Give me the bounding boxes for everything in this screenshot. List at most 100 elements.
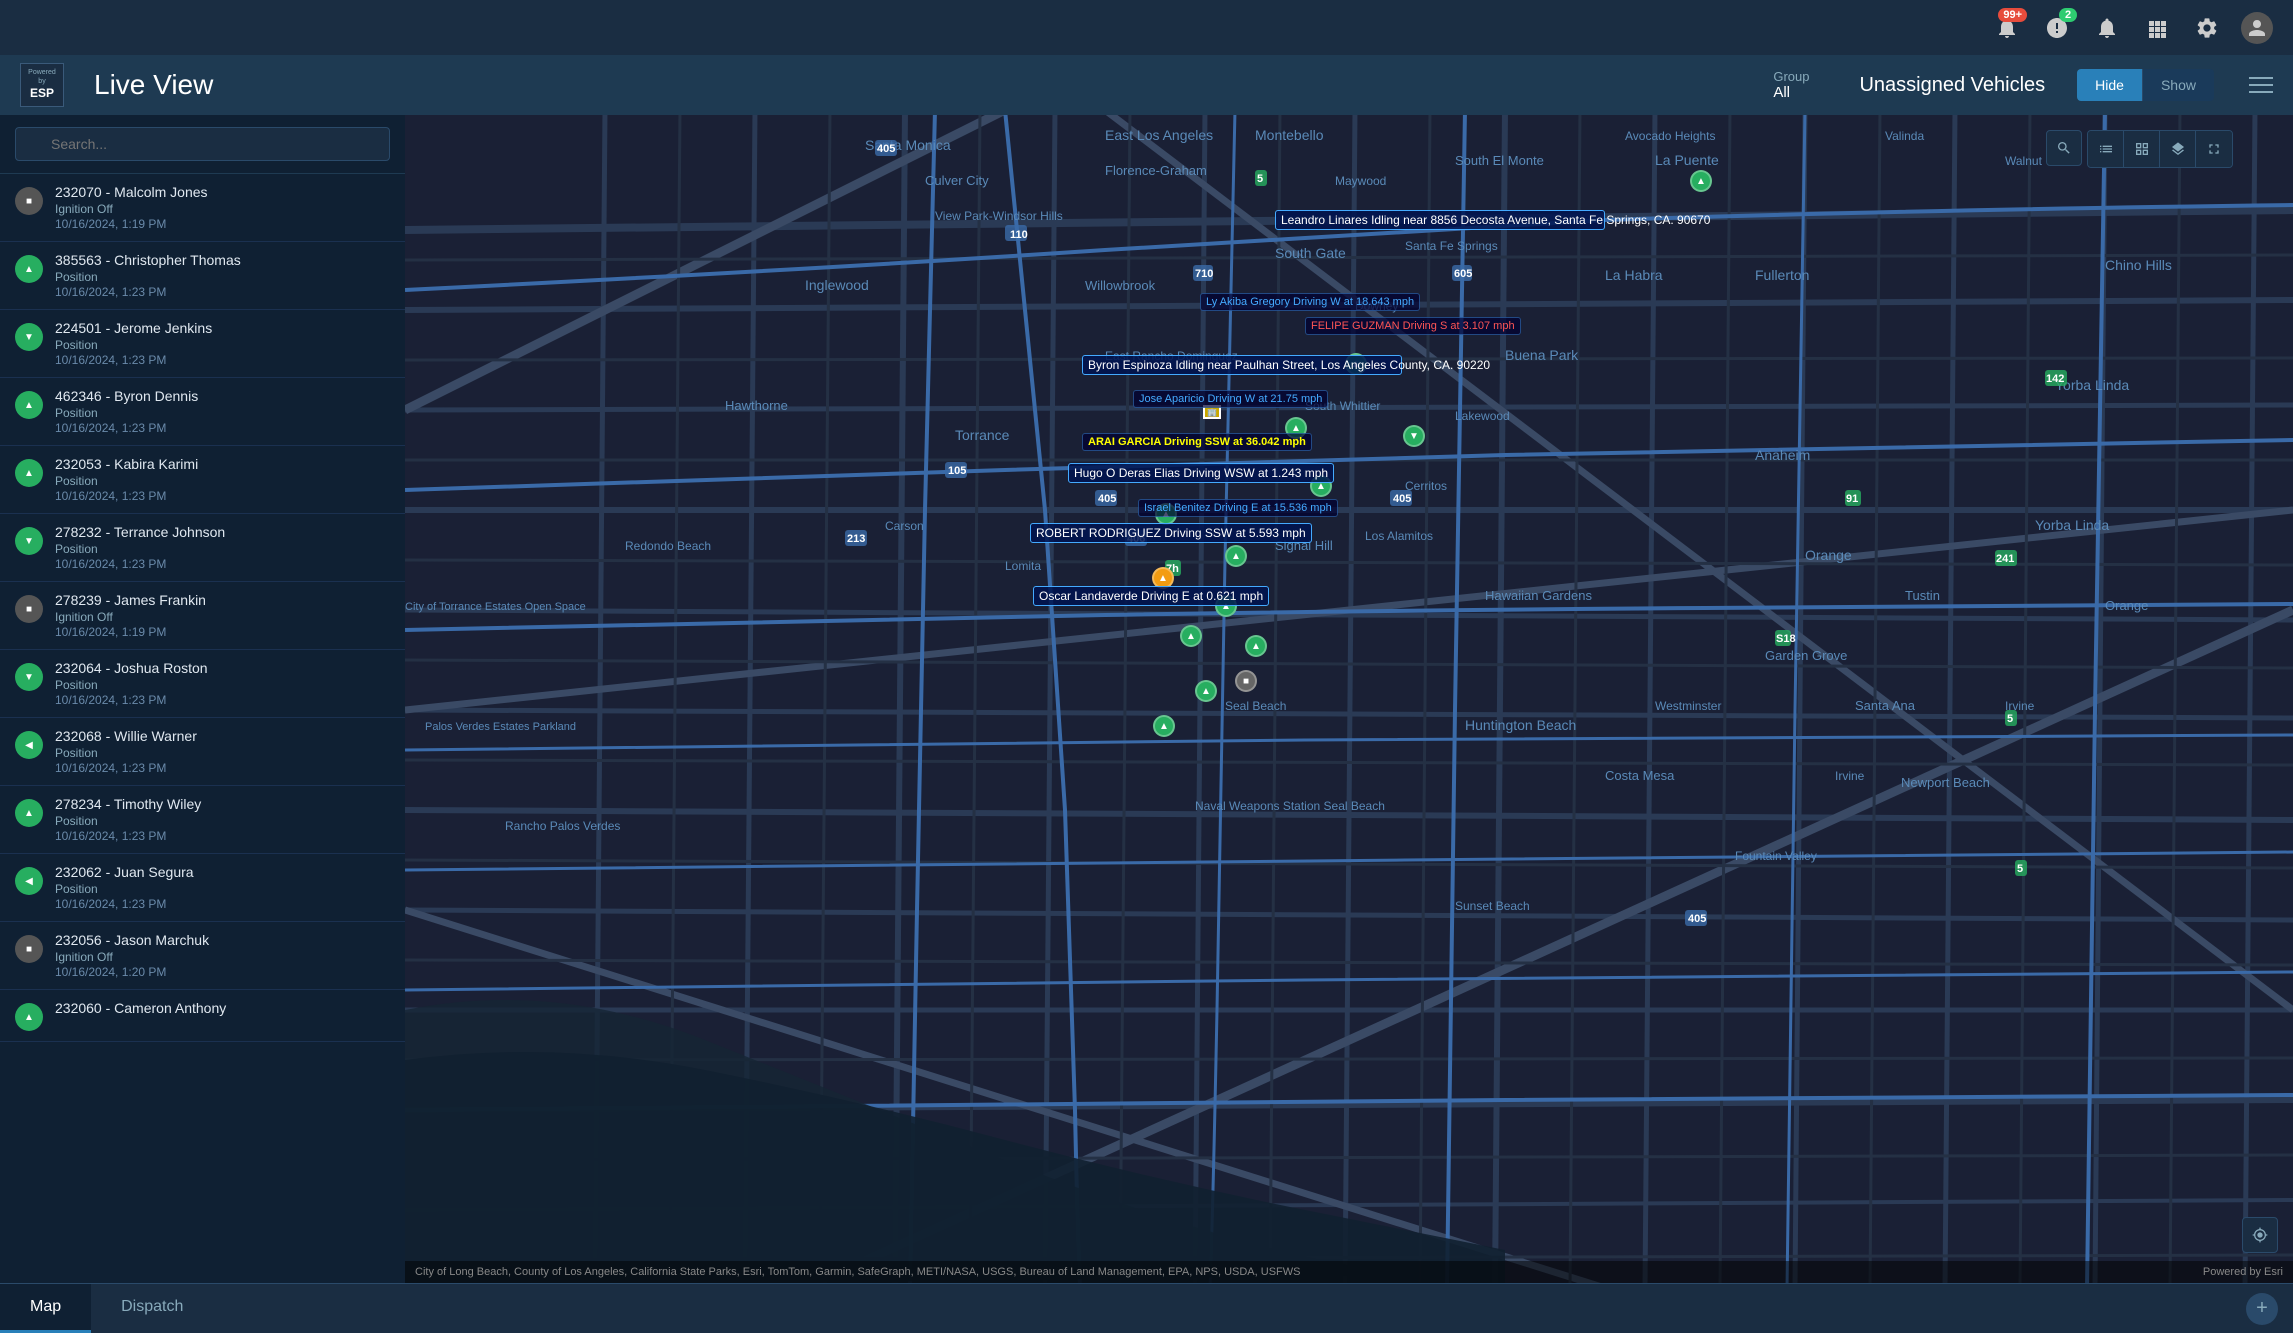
vehicle-list-item[interactable]: ◀ 232068 - Willie Warner Position 10/16/… xyxy=(0,718,405,786)
vehicle-list-item[interactable]: ▼ 278232 - Terrance Johnson Position 10/… xyxy=(0,514,405,582)
svg-text:Lakewood: Lakewood xyxy=(1455,409,1510,423)
svg-text:Maywood: Maywood xyxy=(1335,174,1386,188)
svg-text:Costa Mesa: Costa Mesa xyxy=(1605,768,1675,783)
svg-text:Chino Hills: Chino Hills xyxy=(2105,257,2172,273)
svg-text:South Whittier: South Whittier xyxy=(1305,399,1380,413)
svg-text:142: 142 xyxy=(2046,373,2064,385)
map-toolbar-top xyxy=(2046,130,2233,168)
svg-text:Carson: Carson xyxy=(885,519,924,533)
grid-icon[interactable] xyxy=(2141,12,2173,44)
svg-text:Downey: Downey xyxy=(1355,299,1398,313)
vehicle-info: 278239 - James Frankin Ignition Off 10/1… xyxy=(55,592,390,639)
svg-text:213: 213 xyxy=(847,533,865,545)
vehicle-marker-12[interactable]: ■ xyxy=(1235,670,1257,692)
vehicle-list-item[interactable]: ▲ 385563 - Christopher Thomas Position 1… xyxy=(0,242,405,310)
vehicle-info: 232060 - Cameron Anthony xyxy=(55,1000,390,1016)
group-value: All xyxy=(1773,84,1809,101)
vehicle-list-item[interactable]: ◀ 232062 - Juan Segura Position 10/16/20… xyxy=(0,854,405,922)
tab-map[interactable]: Map xyxy=(0,1284,91,1333)
vehicle-status: Ignition Off xyxy=(55,610,390,624)
vehicle-list-item[interactable]: ▲ 232060 - Cameron Anthony xyxy=(0,990,405,1042)
user-avatar[interactable] xyxy=(2241,12,2273,44)
vehicle-marker-5[interactable]: ▲ xyxy=(1155,503,1177,525)
svg-text:405: 405 xyxy=(1688,913,1706,925)
second-bell-icon[interactable] xyxy=(2091,12,2123,44)
vehicle-marker-6[interactable]: ▲ xyxy=(1225,545,1247,567)
svg-text:Palos Verdes Estates Parkland: Palos Verdes Estates Parkland xyxy=(425,721,576,733)
expand-btn[interactable] xyxy=(2196,131,2232,167)
vehicle-name: 232056 - Jason Marchuk xyxy=(55,932,390,948)
layers-btn[interactable] xyxy=(2160,131,2196,167)
settings-icon[interactable] xyxy=(2191,12,2223,44)
vehicle-marker-14[interactable]: ▲ xyxy=(1690,170,1712,192)
search-wrapper xyxy=(15,127,390,161)
svg-text:710: 710 xyxy=(1195,268,1213,280)
vehicle-list-item[interactable]: ■ 278239 - James Frankin Ignition Off 10… xyxy=(0,582,405,650)
vehicle-list-item[interactable]: ▼ 224501 - Jerome Jenkins Position 10/16… xyxy=(0,310,405,378)
vehicle-marker-8[interactable]: ▲ xyxy=(1215,595,1237,617)
status-dot: ▼ xyxy=(15,663,43,691)
vehicle-marker-4[interactable]: ▲ xyxy=(1310,475,1332,497)
vehicle-info: 278232 - Terrance Johnson Position 10/16… xyxy=(55,524,390,571)
svg-text:406: 406 xyxy=(1127,533,1145,545)
notifications-icon[interactable]: 99+ xyxy=(1991,12,2023,44)
grid-view-btn[interactable] xyxy=(2124,131,2160,167)
list-view-btn[interactable] xyxy=(2088,131,2124,167)
svg-text:Garden Grove: Garden Grove xyxy=(1765,648,1847,663)
vehicle-list-item[interactable]: ▲ 278234 - Timothy Wiley Position 10/16/… xyxy=(0,786,405,854)
map-search-btn[interactable] xyxy=(2046,130,2082,166)
vehicle-marker-2[interactable]: ▲ xyxy=(1285,417,1307,439)
status-dot: ▼ xyxy=(15,323,43,351)
vehicle-list-item[interactable]: ▼ 232064 - Joshua Roston Position 10/16/… xyxy=(0,650,405,718)
search-input[interactable] xyxy=(15,127,390,161)
location-btn[interactable] xyxy=(2242,1217,2278,1253)
svg-text:Santa Ana: Santa Ana xyxy=(1855,698,1916,713)
alerts-icon[interactable]: 2 xyxy=(2041,12,2073,44)
svg-text:Seal Beach: Seal Beach xyxy=(1225,699,1286,713)
header-bar: Powered by ESP Live View Group All Unass… xyxy=(0,55,2293,115)
vehicle-list-item[interactable]: ▲ 232053 - Kabira Karimi Position 10/16/… xyxy=(0,446,405,514)
svg-text:Orange: Orange xyxy=(2105,598,2148,613)
status-dot: ▼ xyxy=(15,527,43,555)
vehicle-status: Ignition Off xyxy=(55,202,390,216)
vehicle-marker-9[interactable]: ▲ xyxy=(1180,625,1202,647)
vehicle-marker-7[interactable]: ▲ xyxy=(1152,567,1174,589)
warehouse-marker[interactable]: 🏢 xyxy=(1203,405,1221,419)
vehicle-list-item[interactable]: ■ 232056 - Jason Marchuk Ignition Off 10… xyxy=(0,922,405,990)
show-button[interactable]: Show xyxy=(2142,69,2214,101)
tab-dispatch[interactable]: Dispatch xyxy=(91,1284,213,1333)
group-label: Group xyxy=(1773,69,1809,84)
hamburger-menu[interactable] xyxy=(2249,77,2273,93)
svg-text:Cerritos: Cerritos xyxy=(1405,479,1447,493)
svg-text:Tustin: Tustin xyxy=(1905,588,1940,603)
vehicle-list-item[interactable]: ▲ 462346 - Byron Dennis Position 10/16/2… xyxy=(0,378,405,446)
svg-text:Hawthorne: Hawthorne xyxy=(725,398,788,413)
vehicle-status: Position xyxy=(55,814,390,828)
vehicle-marker-3[interactable]: ▼ xyxy=(1403,425,1425,447)
svg-text:South Gate: South Gate xyxy=(1275,245,1346,261)
add-tab-btn[interactable]: + xyxy=(2246,1293,2278,1325)
svg-text:Redondo Beach: Redondo Beach xyxy=(625,539,711,553)
svg-text:Culver City: Culver City xyxy=(925,173,989,188)
svg-text:City of Torrance Estates Open: City of Torrance Estates Open Space xyxy=(405,601,586,613)
vehicle-list-item[interactable]: ■ 232070 - Malcolm Jones Ignition Off 10… xyxy=(0,174,405,242)
main-container: ■ 232070 - Malcolm Jones Ignition Off 10… xyxy=(0,115,2293,1283)
page-title: Live View xyxy=(94,69,1753,101)
svg-text:405: 405 xyxy=(1393,493,1411,505)
svg-text:Fountain Valley: Fountain Valley xyxy=(1735,849,1817,863)
vehicle-info: 462346 - Byron Dennis Position 10/16/202… xyxy=(55,388,390,435)
vehicle-marker-1[interactable]: ▲ xyxy=(1345,353,1367,375)
status-dot: ◀ xyxy=(15,731,43,759)
map-attribution: City of Long Beach, County of Los Angele… xyxy=(405,1261,2293,1283)
vehicle-marker-10[interactable]: ▲ xyxy=(1245,635,1267,657)
vehicle-marker-11[interactable]: ▲ xyxy=(1195,680,1217,702)
vehicle-status: Position xyxy=(55,338,390,352)
hide-button[interactable]: Hide xyxy=(2077,69,2142,101)
vehicle-info: 278234 - Timothy Wiley Position 10/16/20… xyxy=(55,796,390,843)
esp-logo-box: Powered by ESP xyxy=(20,63,64,107)
svg-text:East Rancho Dominguez: East Rancho Dominguez xyxy=(1105,349,1238,363)
vehicle-name: 232070 - Malcolm Jones xyxy=(55,184,390,200)
vehicle-name: 462346 - Byron Dennis xyxy=(55,388,390,404)
vehicle-name: 278232 - Terrance Johnson xyxy=(55,524,390,540)
vehicle-marker-13[interactable]: ▲ xyxy=(1153,715,1175,737)
